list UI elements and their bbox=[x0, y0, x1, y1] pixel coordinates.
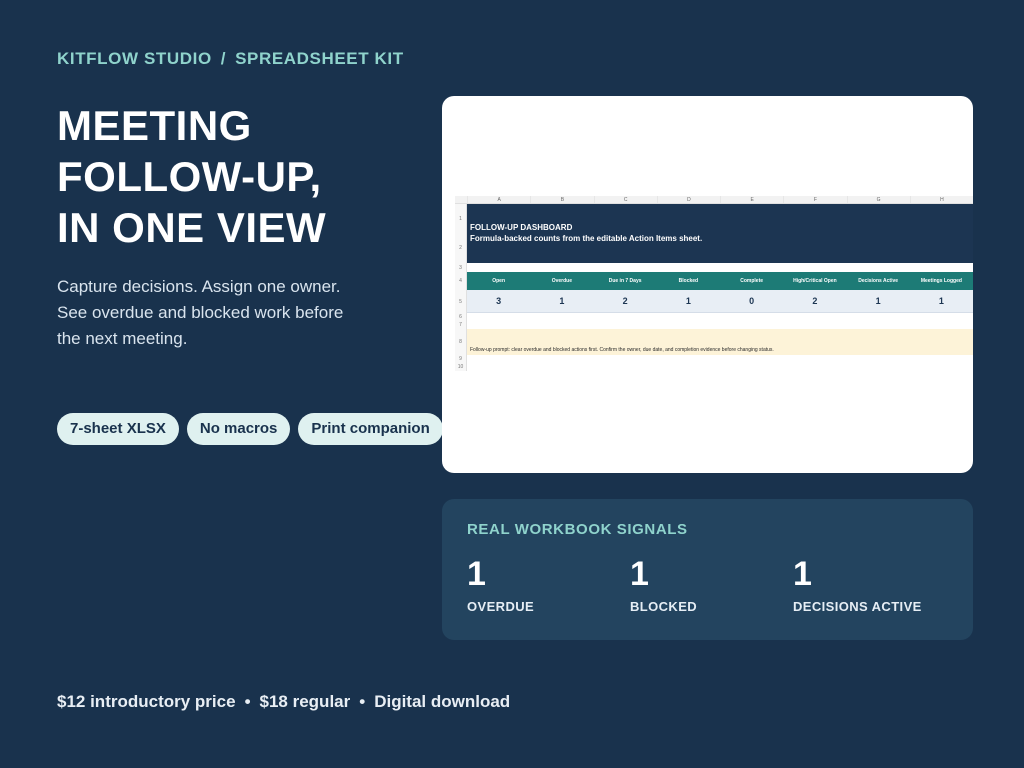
column-header: A bbox=[467, 196, 530, 203]
row-number: 3 bbox=[455, 263, 467, 272]
column-header: D bbox=[656, 196, 720, 203]
signal-decisions-active: 1 DECISIONS ACTIVE bbox=[793, 554, 922, 614]
kpi-value: 1 bbox=[559, 296, 565, 306]
column-header: G bbox=[846, 196, 910, 203]
pricing-footer: $12 introductory price • $18 regular • Digit… bbox=[57, 692, 510, 712]
column-headers: A B C D E F G H bbox=[455, 196, 973, 204]
sheet-title-block: FOLLOW-UP DASHBOARD Formula-backed count… bbox=[467, 204, 973, 263]
row-number: 2 bbox=[459, 245, 462, 252]
page-title: MEETING FOLLOW-UP, IN ONE VIEW bbox=[57, 100, 437, 253]
regular-price: $18 regular bbox=[259, 692, 351, 711]
breadcrumb-separator: / bbox=[220, 49, 227, 68]
kpi-header: Meetings Logged bbox=[920, 278, 962, 284]
sheet-title: FOLLOW-UP DASHBOARD bbox=[470, 222, 573, 232]
sheet-value-row: 5 3 1 2 1 0 2 1 1 bbox=[455, 290, 973, 313]
signals-title: REAL WORKBOOK SIGNALS bbox=[467, 521, 688, 538]
kpi-header: Due in 7 Days bbox=[608, 278, 642, 284]
headline-line-2: FOLLOW-UP, bbox=[57, 153, 322, 200]
row-number: 9 bbox=[455, 355, 467, 363]
empty-cell bbox=[467, 321, 973, 329]
pill-no-macros: No macros bbox=[186, 413, 291, 445]
row-number: 5 bbox=[455, 290, 467, 313]
row-number: 10 bbox=[455, 363, 467, 371]
column-header: E bbox=[720, 196, 783, 203]
sheet-grid: A B C D E F G H 1 2 FOLLOW-UP DASHBOARD … bbox=[455, 196, 973, 371]
kpi-value: 1 bbox=[685, 296, 691, 306]
pill-print-companion: Print companion bbox=[298, 413, 443, 445]
sheet-row: 10 bbox=[455, 363, 973, 371]
pill-xlsx: 7-sheet XLSX bbox=[57, 413, 179, 445]
headline-line-3: IN ONE VIEW bbox=[57, 204, 327, 251]
signal-label: DECISIONS ACTIVE bbox=[793, 599, 922, 614]
kpi-header: Overdue bbox=[551, 278, 573, 284]
brand-name: KITFLOW STUDIO bbox=[57, 49, 212, 68]
signal-value: 1 bbox=[630, 555, 649, 593]
kpi-header: High/Critical Open bbox=[793, 278, 837, 284]
signal-label: OVERDUE bbox=[467, 599, 535, 614]
product-name: SPREADSHEET KIT bbox=[235, 49, 404, 68]
kpi-header-cells: Open Overdue Due in 7 Days Blocked Compl… bbox=[467, 272, 973, 290]
empty-cell bbox=[467, 313, 973, 321]
sheet-subtitle: Formula-backed counts from the editable … bbox=[470, 233, 703, 243]
sheet-row: 9 bbox=[455, 355, 973, 363]
kpi-value: 1 bbox=[875, 296, 881, 306]
sheet-header-row: 4 Open Overdue Due in 7 Days Blocked Com… bbox=[455, 272, 973, 290]
kpi-header: Open bbox=[492, 278, 506, 284]
grid-corner bbox=[455, 196, 467, 203]
delivery-format: Digital download bbox=[374, 692, 511, 711]
column-header: H bbox=[909, 196, 973, 203]
kpi-header: Blocked bbox=[678, 278, 699, 284]
follow-up-prompt: Follow-up prompt: clear overdue and bloc… bbox=[467, 329, 973, 355]
kpi-header: Decisions Active bbox=[858, 278, 899, 284]
row-numbers-1-2: 1 2 bbox=[455, 204, 467, 263]
column-header: F bbox=[783, 196, 846, 203]
sheet-title-rows: 1 2 FOLLOW-UP DASHBOARD Formula-backed c… bbox=[455, 204, 973, 263]
kpi-value: 1 bbox=[938, 296, 944, 306]
sheet-row: 7 bbox=[455, 321, 973, 329]
signal-blocked: 1 BLOCKED bbox=[630, 554, 697, 614]
headline-line-1: MEETING bbox=[57, 102, 252, 149]
workbook-signals-panel: REAL WORKBOOK SIGNALS 1 OVERDUE 1 BLOCKE… bbox=[442, 499, 973, 640]
feature-pills: 7-sheet XLSX No macros Print companion bbox=[57, 413, 443, 445]
kpi-value-cells: 3 1 2 1 0 2 1 1 bbox=[467, 290, 973, 313]
kpi-header: Complete bbox=[740, 278, 764, 284]
row-number: 4 bbox=[455, 272, 467, 290]
row-number: 6 bbox=[455, 313, 467, 321]
description: Capture decisions. Assign one owner. See… bbox=[57, 277, 344, 348]
empty-cell bbox=[467, 355, 973, 363]
kpi-value: 2 bbox=[622, 296, 628, 306]
kpi-value: 3 bbox=[496, 296, 502, 306]
kpi-value: 0 bbox=[749, 296, 755, 306]
signal-value: 1 bbox=[793, 555, 812, 593]
signal-label: BLOCKED bbox=[630, 599, 698, 614]
column-header: B bbox=[530, 196, 593, 203]
signal-value: 1 bbox=[467, 555, 486, 593]
row-number: 8 bbox=[455, 329, 467, 355]
empty-cell bbox=[467, 263, 973, 272]
empty-cell bbox=[467, 363, 973, 371]
row-number: 1 bbox=[459, 215, 462, 222]
kpi-value: 2 bbox=[812, 296, 818, 306]
bullet-separator: • bbox=[359, 692, 366, 711]
column-header: C bbox=[593, 196, 657, 203]
intro-price: $12 introductory price bbox=[57, 692, 236, 711]
sheet-row: 3 bbox=[455, 263, 973, 272]
spreadsheet-preview: A B C D E F G H 1 2 FOLLOW-UP DASHBOARD … bbox=[442, 96, 973, 473]
breadcrumb: KITFLOW STUDIO / SPREADSHEET KIT bbox=[57, 49, 404, 69]
bullet-separator: • bbox=[244, 692, 251, 711]
row-number: 7 bbox=[455, 321, 467, 329]
signal-overdue: 1 OVERDUE bbox=[467, 554, 534, 614]
sheet-row: 6 bbox=[455, 313, 973, 321]
sheet-prompt-row: 8 Follow-up prompt: clear overdue and bl… bbox=[455, 329, 973, 355]
